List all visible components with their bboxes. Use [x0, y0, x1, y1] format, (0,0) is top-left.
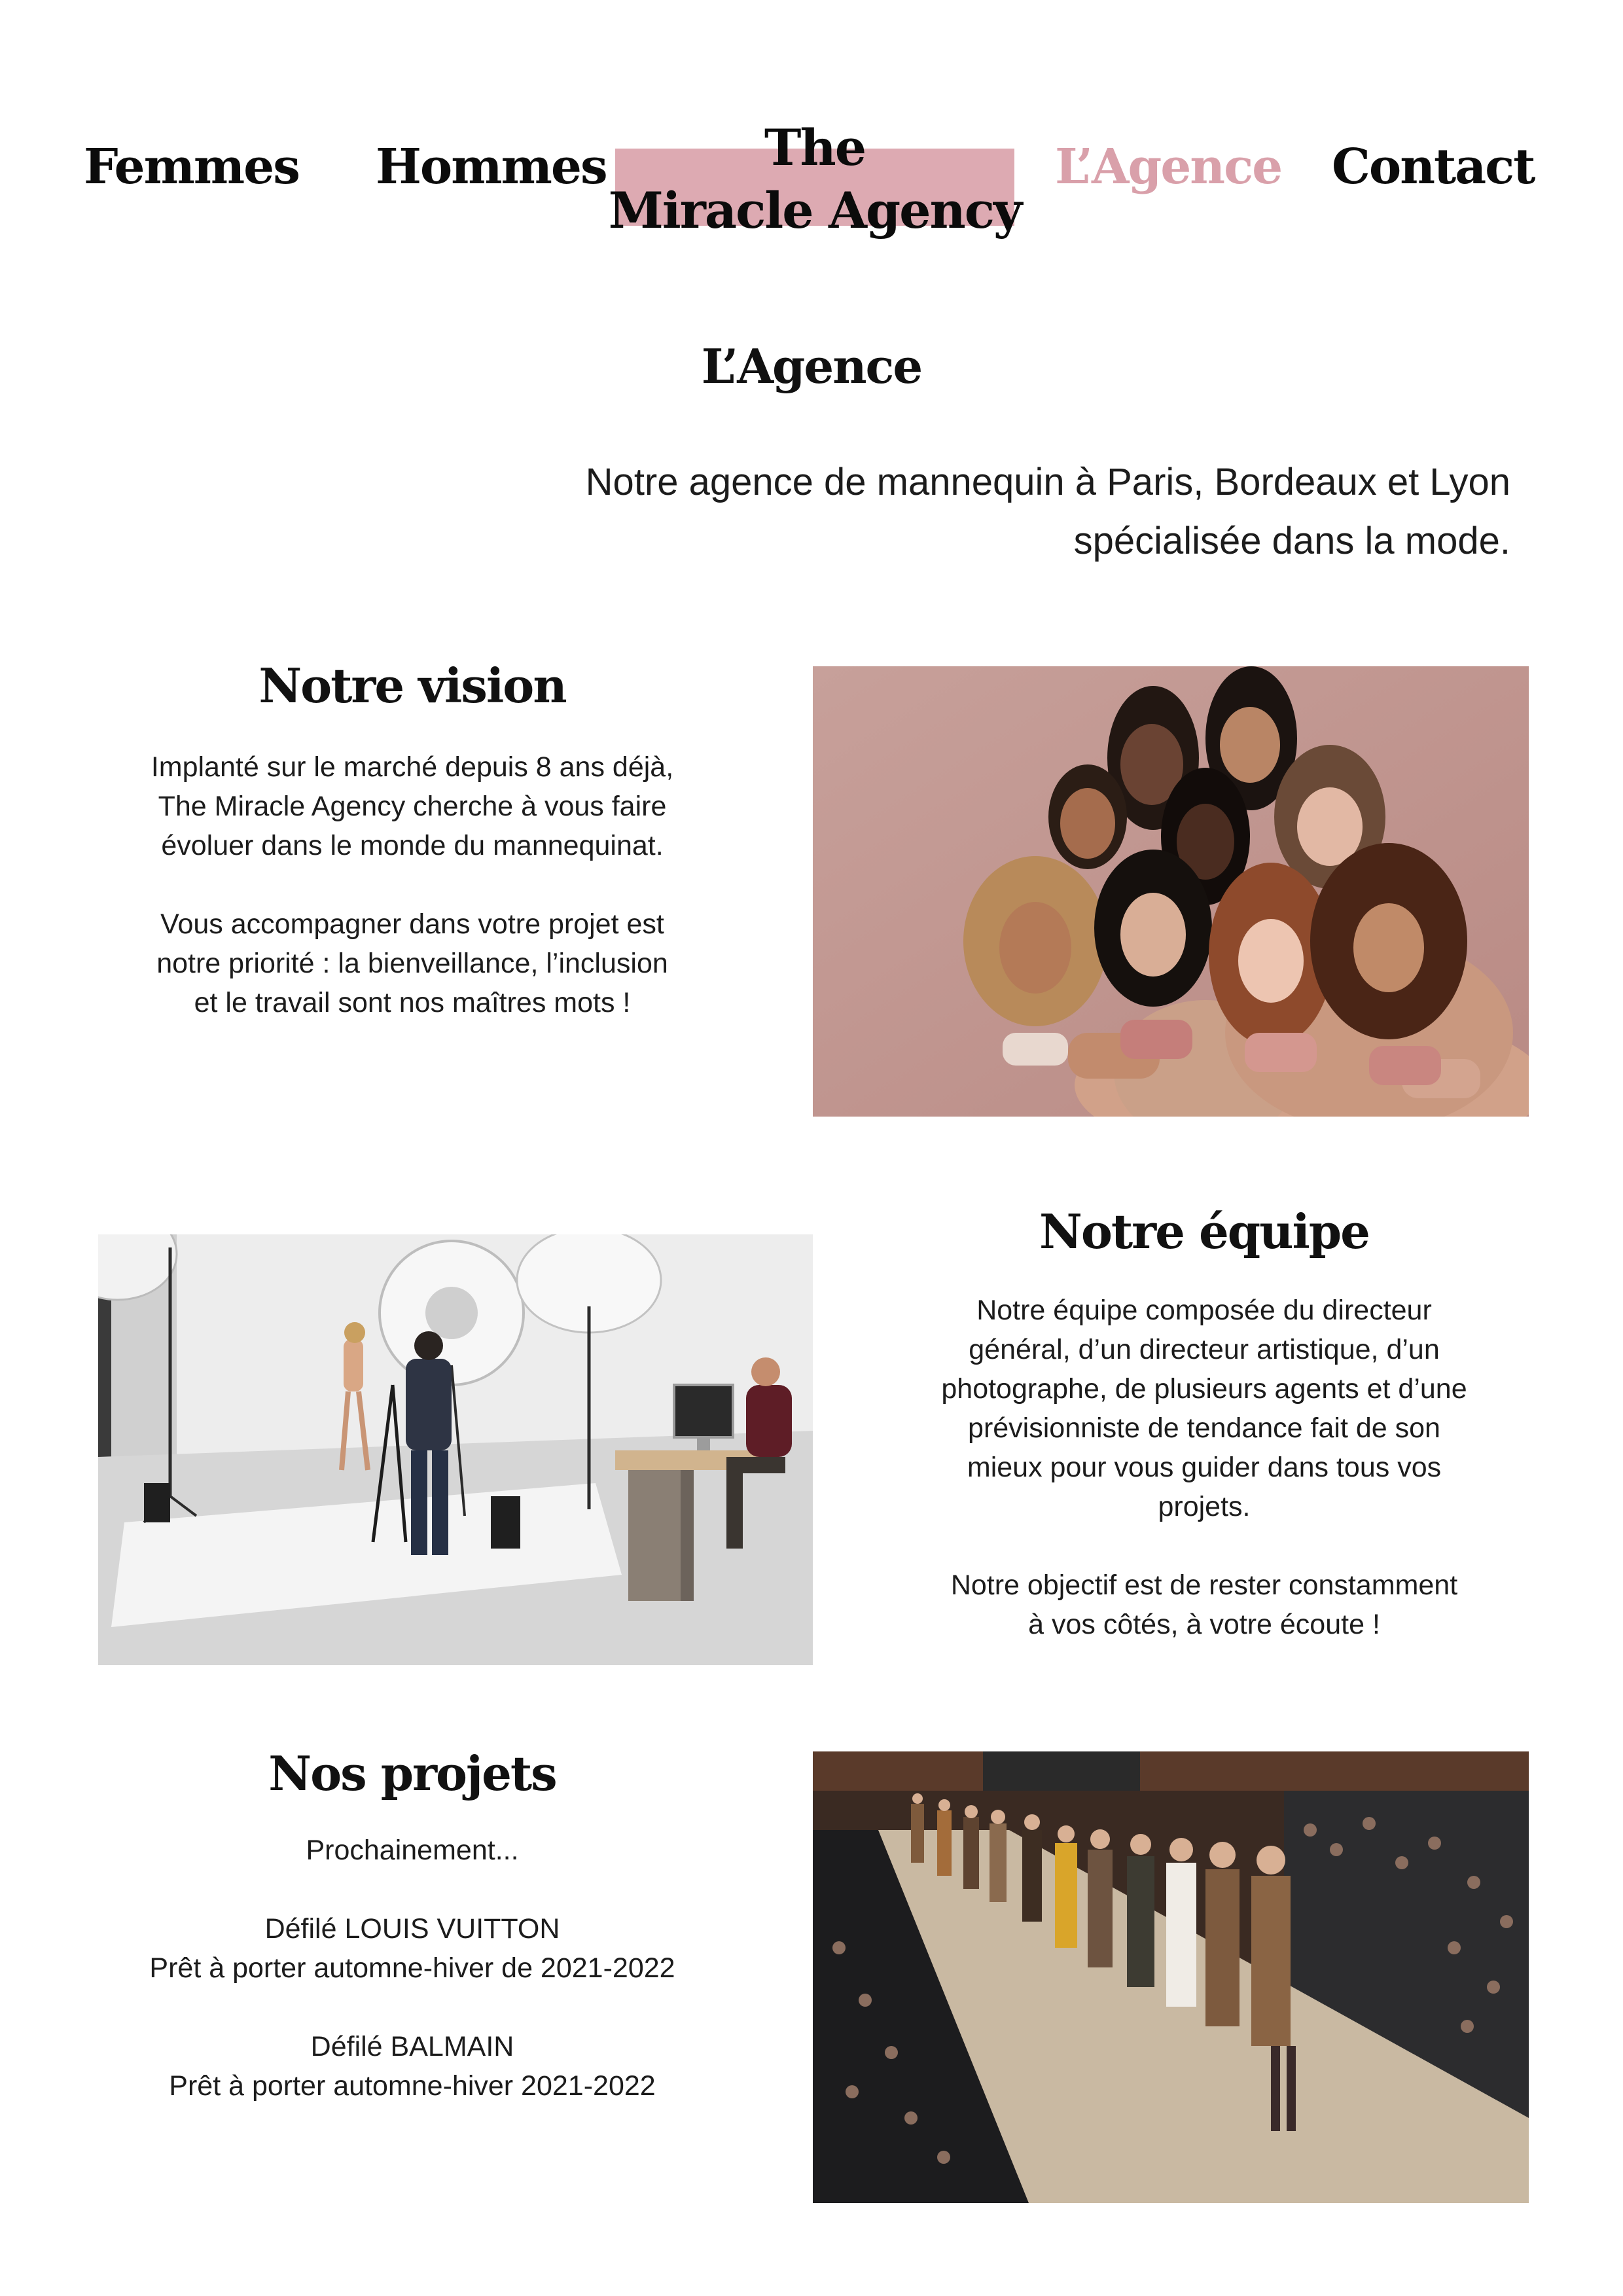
logo-line-2: Miracle Agency — [608, 181, 1022, 240]
equipe-line: photographe, de plusieurs agents et d’un… — [941, 1373, 1467, 1405]
tagline-line-1: Notre agence de mannequin à Paris, Borde… — [585, 461, 1510, 503]
equipe-line: général, d’un directeur artistique, d’un — [969, 1334, 1440, 1365]
vision-heading: Notre vision — [259, 658, 567, 713]
equipe-line: Notre objectif est de rester constamment — [950, 1570, 1458, 1601]
project-name: Défilé LOUIS VUITTON — [264, 1913, 560, 1945]
equipe-line: à vos côtés, à votre écoute ! — [1028, 1609, 1380, 1640]
site-logo[interactable]: The Miracle Agency — [589, 117, 1041, 242]
studio-shoot-photo — [98, 1234, 813, 1665]
main-navigation: Femmes Hommes The Miracle Agency L’Agenc… — [0, 0, 1623, 275]
projets-intro: Prochainement... — [306, 1835, 519, 1866]
projets-heading: Nos projets — [268, 1746, 557, 1801]
equipe-line: Notre équipe composée du directeur — [976, 1295, 1432, 1326]
agency-tagline: Notre agence de mannequin à Paris, Borde… — [437, 453, 1510, 571]
page-title: L’Agence — [701, 338, 923, 394]
nav-link-femmes[interactable]: Femmes — [84, 137, 300, 196]
equipe-line: projets. — [1158, 1491, 1251, 1522]
project-name: Défilé BALMAIN — [310, 2031, 514, 2062]
nav-link-hommes[interactable]: Hommes — [376, 137, 608, 196]
runway-show-photo — [813, 1751, 1529, 2203]
equipe-heading: Notre équipe — [1039, 1204, 1370, 1259]
nav-link-contact[interactable]: Contact — [1332, 137, 1535, 196]
vision-line: notre priorité : la bienveillance, l’inc… — [156, 948, 668, 979]
logo-line-1: The — [764, 118, 866, 177]
vision-line: Vous accompagner dans votre projet est — [160, 908, 664, 940]
vision-line: et le travail sont nos maîtres mots ! — [194, 987, 631, 1018]
vision-text: Implanté sur le marché depuis 8 ans déjà… — [111, 747, 713, 1022]
equipe-line: mieux pour vous guider dans tous vos — [967, 1452, 1442, 1483]
project-detail: Prêt à porter automne-hiver 2021-2022 — [169, 2070, 656, 2102]
models-group-photo — [813, 666, 1529, 1117]
equipe-text: Notre équipe composée du directeur génér… — [890, 1291, 1518, 1644]
vision-line: The Miracle Agency cherche à vous faire — [158, 791, 667, 822]
tagline-line-2: spécialisée dans la mode. — [1073, 520, 1510, 562]
vision-line: Implanté sur le marché depuis 8 ans déjà… — [151, 751, 674, 783]
project-detail: Prêt à porter automne-hiver de 2021-2022 — [149, 1952, 675, 1984]
nav-link-agence[interactable]: L’Agence — [1055, 137, 1283, 196]
equipe-line: prévisionniste de tendance fait de son — [968, 1412, 1440, 1444]
projets-text: Prochainement... Défilé LOUIS VUITTON Pr… — [85, 1831, 740, 2106]
vision-line: évoluer dans le monde du mannequinat. — [161, 830, 664, 861]
